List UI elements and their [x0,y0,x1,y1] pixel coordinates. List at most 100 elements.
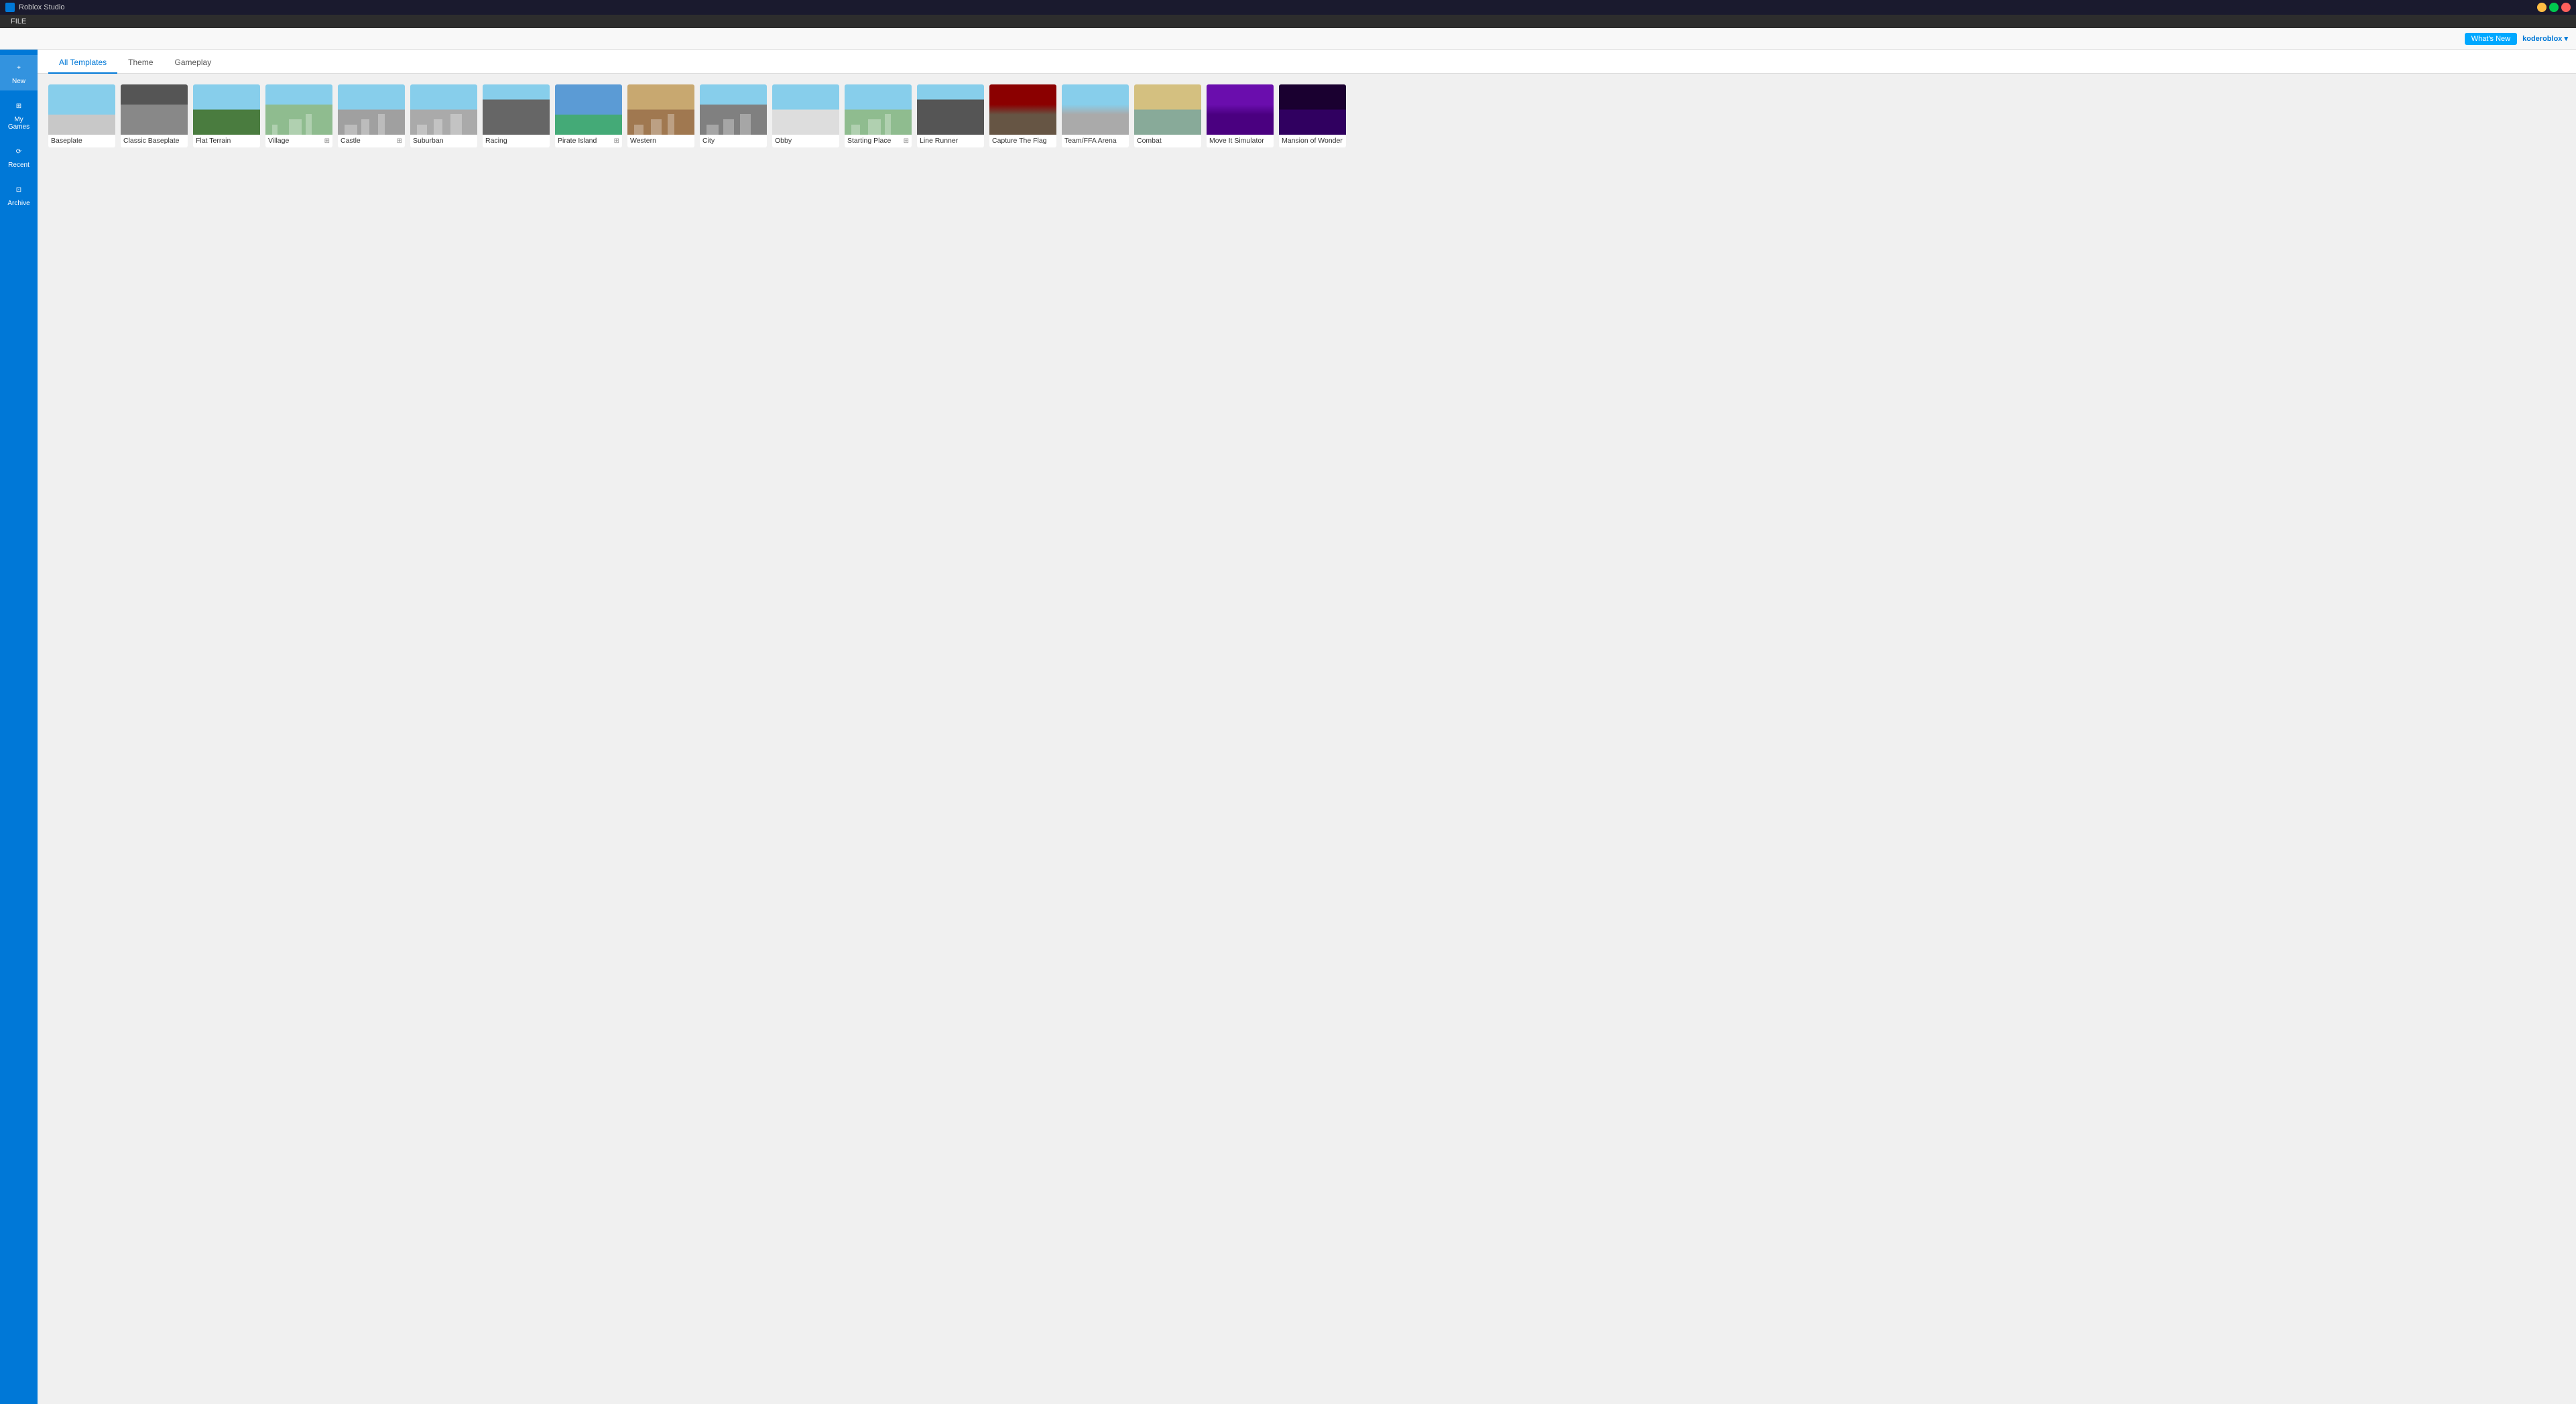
tab-theme[interactable]: Theme [117,52,164,74]
template-name-western: Western [630,137,692,145]
template-thumb-western [627,84,694,135]
thumb-art-combat [1134,84,1201,135]
thumb-art-classic-baseplate [121,84,188,135]
menu-file[interactable]: FILE [5,17,32,25]
thumb-art-suburban [410,84,477,135]
thumb-art-mansion-of-wonder [1279,84,1346,135]
template-name-pirate-island: Pirate Island [558,137,613,145]
sidebar-item-my-games[interactable]: ⊞ My Games [0,93,38,136]
template-card-mansion-of-wonder[interactable]: Mansion of Wonder [1279,84,1346,147]
template-card-obby[interactable]: Obby [772,84,839,147]
sidebar-label-new: New [12,78,25,85]
template-info-flat-terrain: Flat Terrain [193,135,260,147]
template-name-racing: Racing [485,137,547,145]
thumb-art-line-runner [917,84,984,135]
thumb-art-obby [772,84,839,135]
template-info-castle: Castle⊞ [338,135,405,147]
sidebar-label-recent: Recent [8,162,29,169]
template-card-line-runner[interactable]: Line Runner [917,84,984,147]
thumb-art-baseplate [48,84,115,135]
content-area: All TemplatesThemeGameplay Baseplate Clas… [38,50,2576,1404]
maximize-button[interactable] [2549,3,2559,12]
thumb-art-city [700,84,767,135]
minimize-button[interactable] [2537,3,2547,12]
actionbar: What's New koderoblox ▾ [0,28,2576,50]
new-icon: + [11,60,26,75]
template-name-classic-baseplate: Classic Baseplate [123,137,185,145]
template-edit-icon-village[interactable]: ⊞ [324,137,330,145]
template-info-suburban: Suburban [410,135,477,147]
template-name-move-it-simulator: Move It Simulator [1209,137,1271,145]
sidebar-label-archive: Archive [7,200,29,207]
template-info-obby: Obby [772,135,839,147]
template-edit-icon-starting-place[interactable]: ⊞ [904,137,909,145]
template-edit-icon-castle[interactable]: ⊞ [397,137,402,145]
template-card-move-it-simulator[interactable]: Move It Simulator [1207,84,1274,147]
template-info-baseplate: Baseplate [48,135,115,147]
template-card-castle[interactable]: Castle⊞ [338,84,405,147]
sidebar: + New ⊞ My Games ⟳ Recent ⊡ Archive [0,50,38,1404]
template-thumb-racing [483,84,550,135]
sidebar-item-recent[interactable]: ⟳ Recent [0,139,38,174]
whats-new-button[interactable]: What's New [2465,33,2517,45]
main-layout: + New ⊞ My Games ⟳ Recent ⊡ Archive All … [0,50,2576,1404]
template-name-baseplate: Baseplate [51,137,113,145]
template-card-combat[interactable]: Combat [1134,84,1201,147]
template-thumb-combat [1134,84,1201,135]
thumb-art-pirate-island [555,84,622,135]
template-card-pirate-island[interactable]: Pirate Island⊞ [555,84,622,147]
template-thumb-mansion-of-wonder [1279,84,1346,135]
template-info-capture-the-flag: Capture The Flag [989,135,1056,147]
template-thumb-flat-terrain [193,84,260,135]
template-name-village: Village [268,137,323,145]
template-card-suburban[interactable]: Suburban [410,84,477,147]
recent-icon: ⟳ [11,144,26,159]
template-info-combat: Combat [1134,135,1201,147]
titlebar: Roblox Studio [0,0,2576,15]
sidebar-item-archive[interactable]: ⊡ Archive [0,177,38,212]
tabs-bar: All TemplatesThemeGameplay [38,50,2576,74]
template-info-city: City [700,135,767,147]
template-card-village[interactable]: Village⊞ [265,84,332,147]
tab-all-templates[interactable]: All Templates [48,52,117,74]
template-thumb-team-ffa-arena [1062,84,1129,135]
template-name-combat: Combat [1137,137,1199,145]
template-thumb-capture-the-flag [989,84,1056,135]
template-card-classic-baseplate[interactable]: Classic Baseplate [121,84,188,147]
archive-icon: ⊡ [11,182,26,197]
thumb-art-starting-place [845,84,912,135]
template-edit-icon-pirate-island[interactable]: ⊞ [614,137,619,145]
template-card-western[interactable]: Western [627,84,694,147]
sidebar-item-new[interactable]: + New [0,55,38,90]
template-area: Baseplate Classic Baseplate Flat Terrain Vi… [38,74,2576,1404]
close-button[interactable] [2561,3,2571,12]
template-card-baseplate[interactable]: Baseplate [48,84,115,147]
actionbar-right: What's New koderoblox ▾ [2465,33,2568,45]
template-thumb-pirate-island [555,84,622,135]
thumb-art-village [265,84,332,135]
template-name-flat-terrain: Flat Terrain [196,137,257,145]
thumb-art-capture-the-flag [989,84,1056,135]
template-card-starting-place[interactable]: Starting Place⊞ [845,84,912,147]
tab-gameplay[interactable]: Gameplay [164,52,223,74]
thumb-art-flat-terrain [193,84,260,135]
thumb-art-castle [338,84,405,135]
template-name-line-runner: Line Runner [920,137,981,145]
template-info-pirate-island: Pirate Island⊞ [555,135,622,147]
template-grid: Baseplate Classic Baseplate Flat Terrain Vi… [48,84,2565,147]
template-info-team-ffa-arena: Team/FFA Arena [1062,135,1129,147]
template-thumb-village [265,84,332,135]
template-card-flat-terrain[interactable]: Flat Terrain [193,84,260,147]
user-menu[interactable]: koderoblox ▾ [2522,34,2568,43]
template-card-capture-the-flag[interactable]: Capture The Flag [989,84,1056,147]
template-card-team-ffa-arena[interactable]: Team/FFA Arena [1062,84,1129,147]
thumb-art-move-it-simulator [1207,84,1274,135]
app-logo [5,3,15,12]
template-thumb-obby [772,84,839,135]
app-title: Roblox Studio [19,3,65,11]
template-card-city[interactable]: City [700,84,767,147]
template-info-mansion-of-wonder: Mansion of Wonder [1279,135,1346,147]
my-games-icon: ⊞ [11,99,26,113]
sidebar-label-my-games: My Games [3,116,35,131]
template-card-racing[interactable]: Racing [483,84,550,147]
